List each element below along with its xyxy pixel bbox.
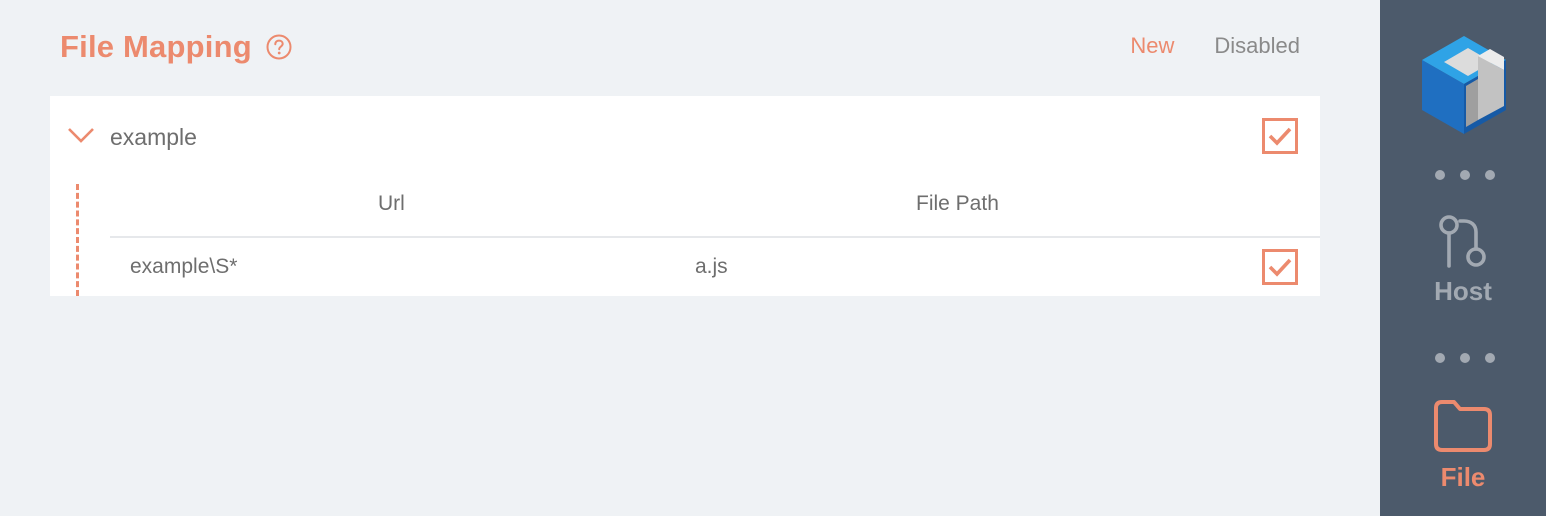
column-header-url: Url (378, 192, 405, 215)
sidebar-item-host[interactable]: Host (1380, 212, 1546, 307)
mapping-table: Url File Path example\S* a.js (110, 178, 1320, 296)
group-enabled-checkbox[interactable] (1262, 118, 1298, 154)
page-title: File Mapping (60, 28, 292, 66)
row-url: example\S* (130, 255, 238, 278)
tree-connector (76, 184, 79, 296)
mapping-group-panel: example Url File Path example\S* a.js (50, 96, 1320, 296)
page-title-text: File Mapping (60, 29, 252, 64)
git-compare-icon (1380, 212, 1546, 270)
sidebar-item-file[interactable]: File (1380, 398, 1546, 493)
folder-icon (1380, 398, 1546, 454)
header-actions: New Disabled (1130, 33, 1300, 59)
disabled-button[interactable]: Disabled (1214, 33, 1300, 59)
row-enabled-checkbox[interactable] (1262, 249, 1298, 285)
group-name: example (110, 124, 197, 150)
main-content: File Mapping New Disabled example Url Fi… (0, 0, 1380, 516)
chevron-down-icon[interactable] (66, 122, 96, 148)
sidebar-item-label: Host (1434, 276, 1492, 306)
new-button[interactable]: New (1130, 33, 1174, 59)
app-logo-icon (1418, 34, 1510, 138)
group-header[interactable]: example (50, 96, 1320, 178)
sidebar: Host File (1380, 0, 1546, 516)
table-header: Url File Path (110, 178, 1320, 238)
table-row[interactable]: example\S* a.js (110, 238, 1320, 296)
sidebar-item-label: File (1440, 462, 1486, 492)
separator-dots-icon (1432, 168, 1498, 182)
row-file-path: a.js (695, 255, 728, 278)
help-circle-icon[interactable] (266, 34, 292, 60)
separator-dots-icon (1432, 351, 1498, 365)
column-header-file-path: File Path (916, 192, 999, 215)
